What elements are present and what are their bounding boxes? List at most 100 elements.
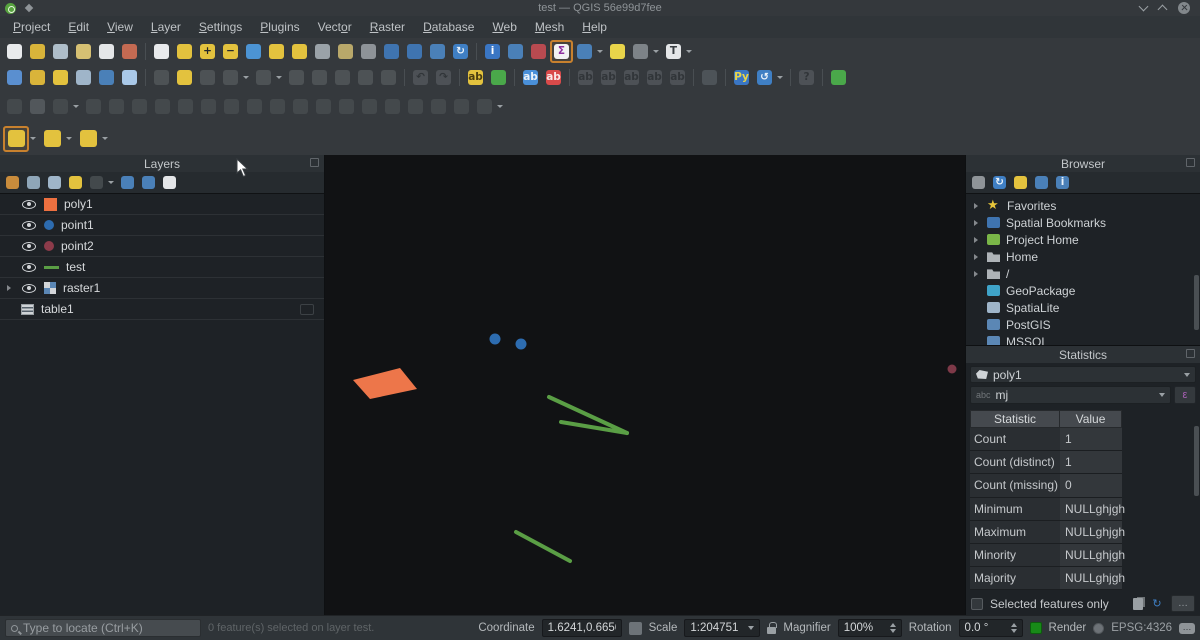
browser-item-geopackage[interactable]: GeoPackage	[966, 282, 1200, 299]
merge-attributes-icon[interactable]	[404, 95, 427, 118]
select-features-dropdown[interactable]	[30, 137, 36, 140]
menu-raster[interactable]: Raster	[361, 17, 414, 37]
zoom-to-selection-icon[interactable]	[265, 40, 288, 63]
pin-unpin-labels-icon[interactable]: ab	[597, 66, 620, 89]
pan-map-icon[interactable]	[150, 40, 173, 63]
expand-arrow-icon[interactable]	[974, 237, 978, 243]
zoom-full-extent-icon[interactable]	[242, 40, 265, 63]
advanced-digitizing-panel-icon[interactable]	[26, 95, 49, 118]
add-postgis-layer-icon[interactable]	[95, 66, 118, 89]
select-features-by-expression-dropdown[interactable]	[66, 137, 72, 140]
rotate-feature-icon[interactable]	[128, 95, 151, 118]
split-parts-icon[interactable]	[358, 95, 381, 118]
copy-features-icon[interactable]	[354, 66, 377, 89]
move-label-icon[interactable]: ab	[643, 66, 666, 89]
browser-panel-dock-icon[interactable]	[1186, 158, 1195, 167]
multi-layer-grid-icon[interactable]	[450, 95, 473, 118]
open-project-icon[interactable]	[26, 40, 49, 63]
layer-row-poly1[interactable]: poly1	[0, 194, 324, 215]
text-annotation-dropdown[interactable]	[686, 50, 692, 53]
coordinate-input[interactable]	[542, 619, 622, 637]
redo-icon[interactable]: ↷	[432, 66, 455, 89]
layer-row-point2[interactable]: point2	[0, 236, 324, 257]
browser-item-favorites[interactable]: ★Favorites	[966, 197, 1200, 214]
search-tool-icon[interactable]	[629, 40, 652, 63]
layers-panel-dock-icon[interactable]	[310, 158, 319, 167]
spin-arrows-icon[interactable]	[1011, 623, 1017, 634]
locate-input[interactable]	[23, 621, 195, 635]
digitize-with-curve-icon[interactable]	[49, 95, 72, 118]
search-tool-dropdown[interactable]	[653, 50, 659, 53]
show-layout-manager-icon[interactable]	[95, 40, 118, 63]
browser-item-postgis[interactable]: PostGIS	[966, 316, 1200, 333]
layer-visibility-eye-icon[interactable]	[21, 260, 37, 275]
scale-combo[interactable]: 1:204751	[684, 619, 760, 637]
properties-widget-icon[interactable]: i	[1052, 173, 1073, 193]
crs-globe-icon[interactable]	[1093, 623, 1104, 634]
add-wms-layer-icon[interactable]	[26, 66, 49, 89]
undo-icon[interactable]: ↶	[409, 66, 432, 89]
new-spatial-bookmark-icon[interactable]	[380, 40, 403, 63]
copy-move-feature-icon[interactable]	[105, 95, 128, 118]
crs-value[interactable]: EPSG:4326	[1111, 622, 1172, 634]
vertex-tool-icon[interactable]	[219, 66, 242, 89]
flag-constraints-dropdown[interactable]	[497, 105, 503, 108]
maximize-button[interactable]	[1158, 5, 1168, 15]
expand-arrow-icon[interactable]	[974, 271, 978, 277]
lock-scale-icon[interactable]	[767, 627, 776, 634]
rotation-spinbox[interactable]: 0.0 °	[959, 619, 1023, 637]
extents-tracking-icon[interactable]	[629, 622, 642, 635]
browser-item-project-home[interactable]: Project Home	[966, 231, 1200, 248]
temporal-controller-panel-icon[interactable]	[426, 40, 449, 63]
collapse-all-browser-icon[interactable]	[1031, 173, 1052, 193]
browser-scrollbar-thumb[interactable]	[1194, 275, 1199, 330]
statistics-panel-dock-icon[interactable]	[1186, 349, 1195, 358]
split-features-icon[interactable]	[335, 95, 358, 118]
copy-statistics-icon[interactable]	[1133, 598, 1143, 610]
save-layer-edits-icon[interactable]	[196, 66, 219, 89]
layer-visibility-eye-icon[interactable]	[21, 197, 37, 212]
delete-selected-icon[interactable]	[308, 66, 331, 89]
style-manager-icon[interactable]	[118, 40, 141, 63]
browser-item-spatialite[interactable]: SpatiaLite	[966, 299, 1200, 316]
delete-ring-icon[interactable]	[243, 95, 266, 118]
show-spatial-bookmarks-icon[interactable]	[403, 40, 426, 63]
menu-settings[interactable]: Settings	[190, 17, 251, 37]
reshape-features-icon[interactable]	[289, 95, 312, 118]
locate-box[interactable]	[5, 619, 201, 637]
refresh-browser-icon[interactable]: ↻	[989, 173, 1010, 193]
show-hide-labels-icon[interactable]: ab	[620, 66, 643, 89]
zoom-next-icon[interactable]	[357, 40, 380, 63]
vertex-tool-dropdown[interactable]	[243, 76, 249, 79]
layer-visibility-eye-icon[interactable]	[21, 239, 37, 254]
add-vector-layer-icon[interactable]	[118, 66, 141, 89]
fill-ring-icon[interactable]	[220, 95, 243, 118]
flag-constraints-icon[interactable]	[473, 95, 496, 118]
metasearch-icon[interactable]	[698, 66, 721, 89]
add-group-icon[interactable]	[23, 173, 44, 193]
db-manager-icon[interactable]	[827, 66, 850, 89]
digitize-with-curve-dropdown[interactable]	[73, 105, 79, 108]
menu-edit[interactable]: Edit	[59, 17, 98, 37]
spin-arrows-icon[interactable]	[890, 623, 896, 634]
statistics-scrollbar-thumb[interactable]	[1194, 426, 1199, 496]
modify-attributes-icon[interactable]	[252, 66, 275, 89]
filter-legend-by-expression-dropdown[interactable]	[108, 181, 114, 184]
remove-layer-icon[interactable]	[159, 173, 180, 193]
layer-visibility-eye-icon[interactable]	[21, 218, 37, 233]
browser-item-home[interactable]: Home	[966, 248, 1200, 265]
zoom-native-resolution-icon[interactable]	[311, 40, 334, 63]
paste-features-icon[interactable]	[377, 66, 400, 89]
filter-legend-icon[interactable]	[65, 173, 86, 193]
statistics-options-button[interactable]: …	[1171, 595, 1195, 612]
menu-help[interactable]: Help	[573, 17, 616, 37]
map-canvas[interactable]	[325, 155, 965, 615]
layer-row-raster1[interactable]: raster1	[0, 278, 324, 299]
new-shapefile-layer-icon[interactable]	[49, 66, 72, 89]
expand-arrow-icon[interactable]	[974, 254, 978, 260]
deselect-features-all-layers-icon[interactable]	[75, 126, 101, 152]
trim-extend-icon[interactable]	[427, 95, 450, 118]
map-tips-icon[interactable]	[606, 40, 629, 63]
render-checkbox[interactable]	[1030, 622, 1042, 634]
change-label-icon[interactable]: ab	[666, 66, 689, 89]
